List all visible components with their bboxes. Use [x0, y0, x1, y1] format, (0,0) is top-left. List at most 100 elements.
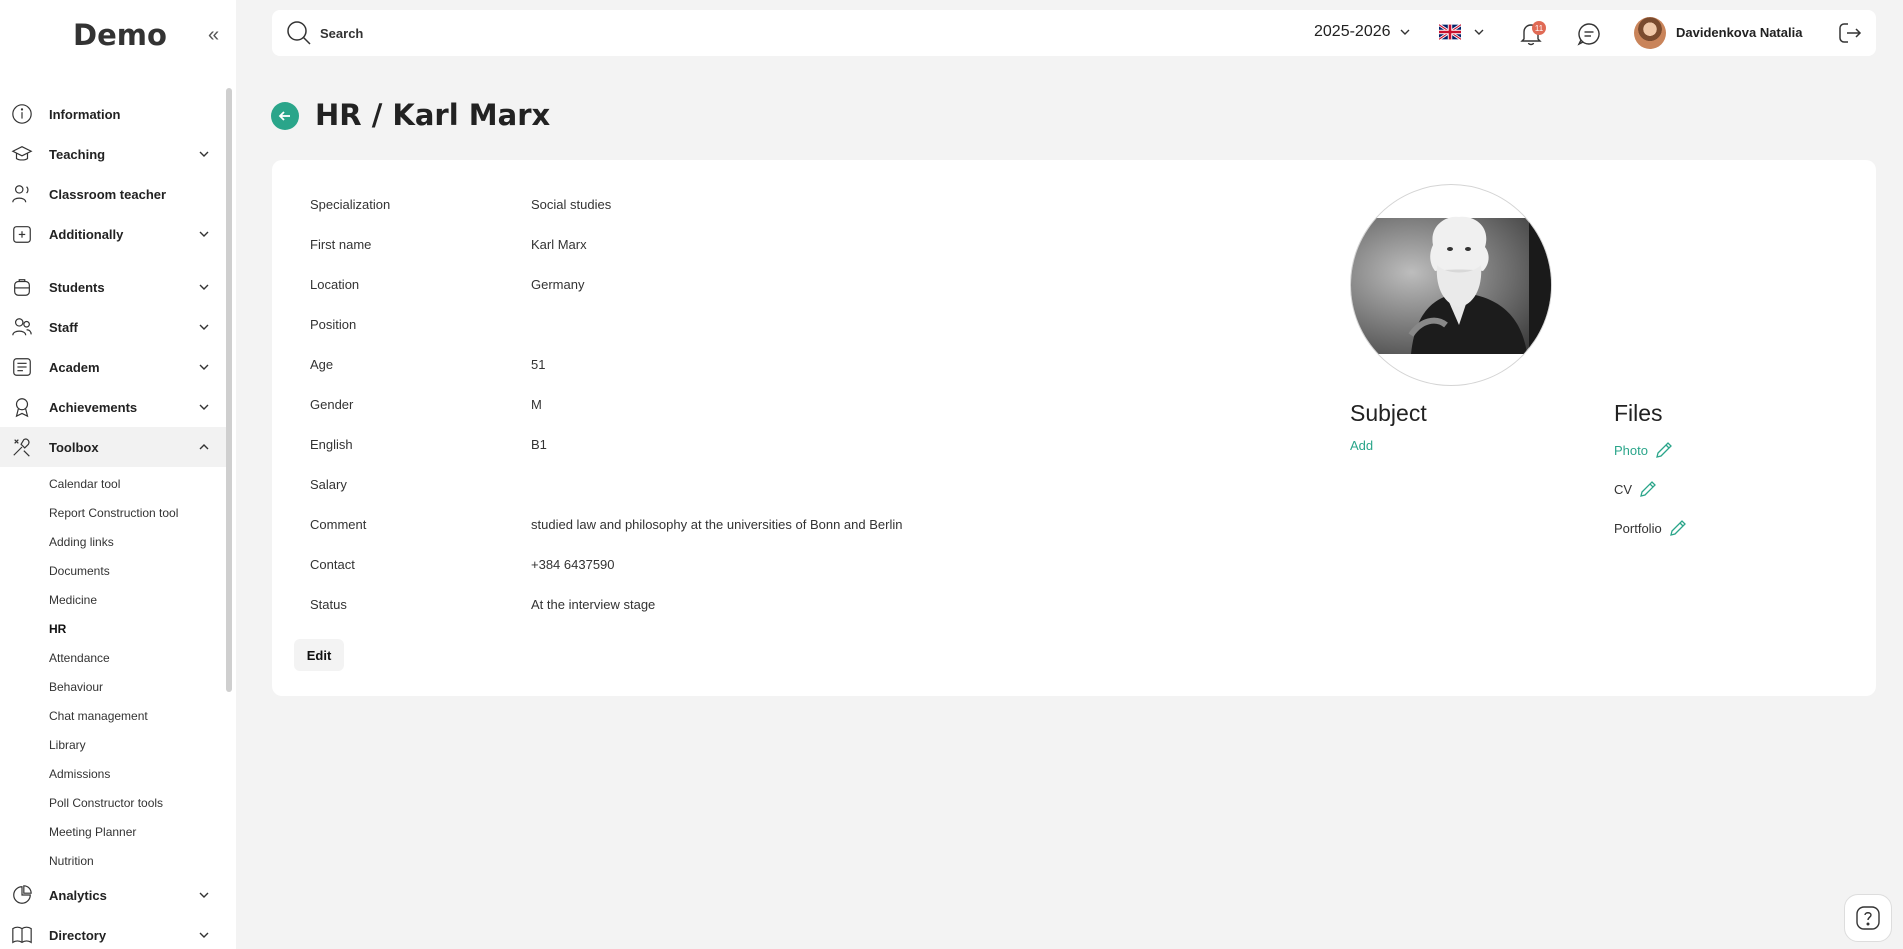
- chevron-down-icon: [199, 324, 209, 330]
- chat-icon[interactable]: [1577, 22, 1601, 46]
- chevron-down-icon: [199, 404, 209, 410]
- sidebar-item-label: Classroom teacher: [49, 186, 167, 202]
- file-item-portfolio[interactable]: Portfolio: [1614, 518, 1688, 538]
- sidebar-item-toolbox[interactable]: Toolbox: [0, 427, 226, 467]
- sidebar-item-analytics[interactable]: Analytics: [0, 875, 226, 915]
- sidebar-menu: Information Teaching Classroom teacher A…: [0, 94, 226, 949]
- file-item-cv[interactable]: CV: [1614, 479, 1658, 499]
- profile-card: Specialization Social studies First name K…: [272, 160, 1876, 696]
- profile-fields: Specialization Social studies First name K…: [310, 184, 902, 624]
- submenu-item-library[interactable]: Library: [0, 730, 226, 759]
- sidebar-scrollbar[interactable]: [226, 88, 232, 692]
- field-label: Comment: [310, 516, 367, 532]
- submenu-item-meeting-planner[interactable]: Meeting Planner: [0, 817, 226, 846]
- field-row-salary: Salary: [310, 464, 902, 504]
- chevron-down-icon: [199, 231, 209, 237]
- submenu-item-behaviour[interactable]: Behaviour: [0, 672, 226, 701]
- help-button[interactable]: [1844, 894, 1892, 942]
- backpack-icon: [14, 279, 30, 296]
- field-label: Gender: [310, 396, 354, 412]
- file-item-photo[interactable]: Photo: [1614, 440, 1674, 460]
- pencil-icon[interactable]: [1668, 518, 1688, 538]
- chevron-down-icon[interactable]: [1473, 26, 1485, 38]
- search-icon: [287, 21, 311, 45]
- field-value: At the interview stage: [531, 596, 656, 612]
- user-avatar[interactable]: [1634, 17, 1666, 49]
- submenu-item-documents[interactable]: Documents: [0, 556, 226, 585]
- notification-badge: 11: [1532, 21, 1546, 35]
- sidebar-item-directory[interactable]: Directory: [0, 915, 226, 949]
- file-label: Photo: [1614, 442, 1648, 458]
- submenu-item-nutrition[interactable]: Nutrition: [0, 846, 226, 875]
- field-value: B1: [531, 436, 547, 452]
- field-row-position: Position: [310, 304, 902, 344]
- chevron-up-icon: [199, 444, 209, 450]
- field-row-location: Location Germany: [310, 264, 902, 304]
- field-label: Specialization: [310, 196, 391, 212]
- sidebar-item-students[interactable]: Students: [0, 267, 226, 307]
- field-label: Contact: [310, 556, 355, 572]
- add-subject-link[interactable]: Add: [1350, 438, 1373, 453]
- edit-button[interactable]: Edit: [294, 639, 344, 671]
- top-bar: 2025-2026 11 Davidenkova Natalia: [272, 10, 1876, 56]
- medal-icon: [15, 398, 29, 418]
- submenu-item-report-construction-tool[interactable]: Report Construction tool: [0, 498, 226, 527]
- search-input[interactable]: [320, 20, 920, 46]
- submenu-item-admissions[interactable]: Admissions: [0, 759, 226, 788]
- field-row-age: Age 51: [310, 344, 902, 384]
- info-icon: [12, 104, 32, 124]
- year-value: 2025-2026: [1314, 23, 1391, 40]
- chevron-down-icon: [199, 364, 209, 370]
- sidebar-item-achievements[interactable]: Achievements: [0, 387, 226, 427]
- sidebar-item-label: Teaching: [49, 146, 106, 162]
- sidebar-item-staff[interactable]: Staff: [0, 307, 226, 347]
- field-row-contact: Contact +384 6437590: [310, 544, 902, 584]
- field-label: Status: [310, 596, 347, 612]
- graduation-cap-icon: [11, 146, 33, 161]
- app-logo: Demo: [73, 18, 167, 52]
- field-value: M: [531, 396, 542, 412]
- field-row-status: Status At the interview stage: [310, 584, 902, 624]
- book-icon: [12, 926, 32, 944]
- file-label: CV: [1614, 481, 1633, 497]
- field-row-specialization: Specialization Social studies: [310, 184, 902, 224]
- sidebar-item-academ[interactable]: Academ: [0, 347, 226, 387]
- submenu-item-medicine[interactable]: Medicine: [0, 585, 226, 614]
- field-value: Germany: [531, 276, 585, 292]
- sidebar-item-additionally[interactable]: Additionally: [0, 214, 226, 254]
- chevron-down-icon: [1400, 29, 1410, 35]
- pie-chart-icon: [13, 885, 32, 904]
- page-title: HR / Karl Marx: [315, 98, 551, 132]
- tools-icon: [13, 438, 30, 457]
- logout-icon[interactable]: [1838, 21, 1862, 45]
- field-value: Social studies: [531, 196, 612, 212]
- sidebar-item-information[interactable]: Information: [0, 94, 226, 134]
- field-label: Salary: [310, 476, 347, 492]
- sidebar-item-label: Analytics: [49, 887, 107, 903]
- submenu-item-poll-constructor-tools[interactable]: Poll Constructor tools: [0, 788, 226, 817]
- chevron-down-icon: [199, 284, 209, 290]
- chevron-down-icon: [199, 892, 209, 898]
- submenu-item-attendance[interactable]: Attendance: [0, 643, 226, 672]
- pencil-icon[interactable]: [1654, 440, 1674, 460]
- add-folder-icon: [13, 226, 31, 243]
- field-label: Location: [310, 276, 360, 292]
- submenu-item-adding-links[interactable]: Adding links: [0, 527, 226, 556]
- submenu-item-chat-management[interactable]: Chat management: [0, 701, 226, 730]
- collapse-sidebar-icon[interactable]: «: [208, 24, 219, 47]
- sidebar-item-label: Academ: [49, 359, 100, 375]
- field-value: Karl Marx: [531, 236, 587, 252]
- year-selector[interactable]: 2025-2026: [1314, 23, 1411, 41]
- sidebar-item-teaching[interactable]: Teaching: [0, 134, 226, 174]
- user-name[interactable]: Davidenkova Natalia: [1676, 25, 1802, 40]
- submenu-item-hr[interactable]: HR: [0, 614, 226, 643]
- uk-flag-icon[interactable]: [1439, 24, 1461, 40]
- sidebar-item-classroom-teacher[interactable]: Classroom teacher: [0, 174, 226, 214]
- files-title: Files: [1614, 400, 1663, 426]
- submenu-item-calendar-tool[interactable]: Calendar tool: [0, 469, 226, 498]
- file-label: Portfolio: [1614, 520, 1662, 536]
- pencil-icon[interactable]: [1638, 479, 1658, 499]
- back-button[interactable]: [271, 102, 299, 130]
- field-label: Age: [310, 356, 334, 372]
- teacher-icon: [12, 185, 29, 203]
